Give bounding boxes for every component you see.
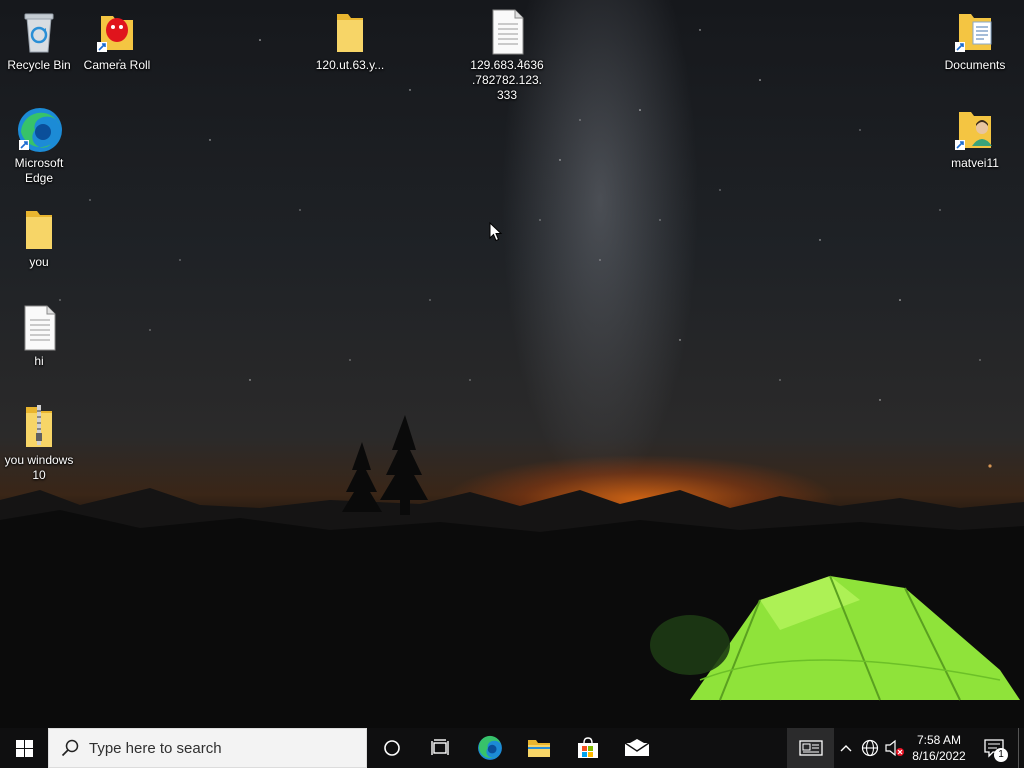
user-folder-icon <box>951 106 999 154</box>
search-placeholder: Type here to search <box>89 739 222 757</box>
taskbar-file-explorer-button[interactable] <box>515 728 563 768</box>
clock-time: 7:58 AM <box>916 733 962 747</box>
search-icon <box>61 739 79 757</box>
documents-folder-icon <box>951 8 999 56</box>
taskbar: Type here to search 7:58 AM 8/16/2022 1 <box>0 728 1024 768</box>
icon-label: Documents <box>944 58 1006 72</box>
icon-label: Camera Roll <box>83 58 151 72</box>
store-icon <box>578 737 598 758</box>
taskbar-store-button[interactable] <box>564 728 612 768</box>
globe-icon <box>861 739 879 757</box>
taskbar-search-box[interactable]: Type here to search <box>48 728 367 768</box>
recycle-bin-icon <box>15 8 63 56</box>
mouse-cursor-icon <box>489 222 503 242</box>
action-center-button[interactable]: 1 <box>976 728 1012 768</box>
desktop-icon-matvei11[interactable]: matvei11 <box>937 106 1013 171</box>
show-desktop-button[interactable] <box>1018 728 1024 768</box>
clock-date: 8/16/2022 <box>912 749 966 763</box>
edge-icon <box>478 735 502 760</box>
desktop[interactable]: Recycle Bin Camera Roll 120.ut.63.y... 1… <box>0 0 1024 728</box>
chevron-up-icon <box>840 745 852 752</box>
desktop-icon-documents[interactable]: Documents <box>937 8 1013 73</box>
mail-icon <box>624 739 650 756</box>
icon-label: 120.ut.63.y... <box>315 58 385 72</box>
edge-icon <box>15 106 63 154</box>
news-icon <box>798 740 823 756</box>
circle-icon <box>384 740 400 756</box>
desktop-icon-recycle-bin[interactable]: Recycle Bin <box>1 8 77 73</box>
camera-roll-folder-icon <box>93 8 141 56</box>
folder-icon <box>326 8 374 56</box>
folder-icon <box>528 740 550 757</box>
speaker-muted-icon <box>885 739 904 757</box>
desktop-icon-text-file-129[interactable]: 129.683.4636.782782.123.333 <box>469 8 545 103</box>
taskbar-task-view-button[interactable] <box>416 728 464 768</box>
desktop-icon-microsoft-edge[interactable]: Microsoft Edge <box>1 106 77 186</box>
task-view-icon <box>431 739 449 755</box>
desktop-icon-hi[interactable]: hi <box>1 304 77 369</box>
icon-label: 129.683.4636.782782.123.333 <box>470 58 544 102</box>
text-file-icon <box>483 8 531 56</box>
clock-button[interactable]: 7:58 AM 8/16/2022 <box>909 728 969 768</box>
icon-label: you windows 10 <box>4 453 74 482</box>
start-button[interactable] <box>0 728 48 768</box>
network-status-button[interactable] <box>859 728 881 768</box>
icon-label: you <box>29 255 49 269</box>
folder-icon <box>15 205 63 253</box>
landscape <box>0 415 1024 728</box>
desktop-icon-folder-120[interactable]: 120.ut.63.y... <box>312 8 388 73</box>
taskbar-news-button[interactable] <box>787 728 834 768</box>
text-file-icon <box>15 304 63 352</box>
notification-count-badge: 1 <box>994 748 1008 762</box>
icon-label: hi <box>34 354 44 368</box>
icon-label: matvei11 <box>951 156 999 170</box>
desktop-icon-camera-roll[interactable]: Camera Roll <box>79 8 155 73</box>
desktop-icon-you[interactable]: you <box>1 205 77 270</box>
taskbar-cortana-button[interactable] <box>368 728 416 768</box>
show-hidden-icons-button[interactable] <box>836 728 856 768</box>
zip-folder-icon <box>15 403 63 451</box>
volume-button[interactable] <box>883 728 907 768</box>
desktop-icon-you-windows-10[interactable]: you windows 10 <box>1 403 77 483</box>
taskbar-mail-button[interactable] <box>613 728 661 768</box>
taskbar-edge-button[interactable] <box>466 728 514 768</box>
icon-label: Microsoft Edge <box>14 156 64 185</box>
windows-logo-icon <box>15 739 33 757</box>
icon-label: Recycle Bin <box>7 58 71 72</box>
